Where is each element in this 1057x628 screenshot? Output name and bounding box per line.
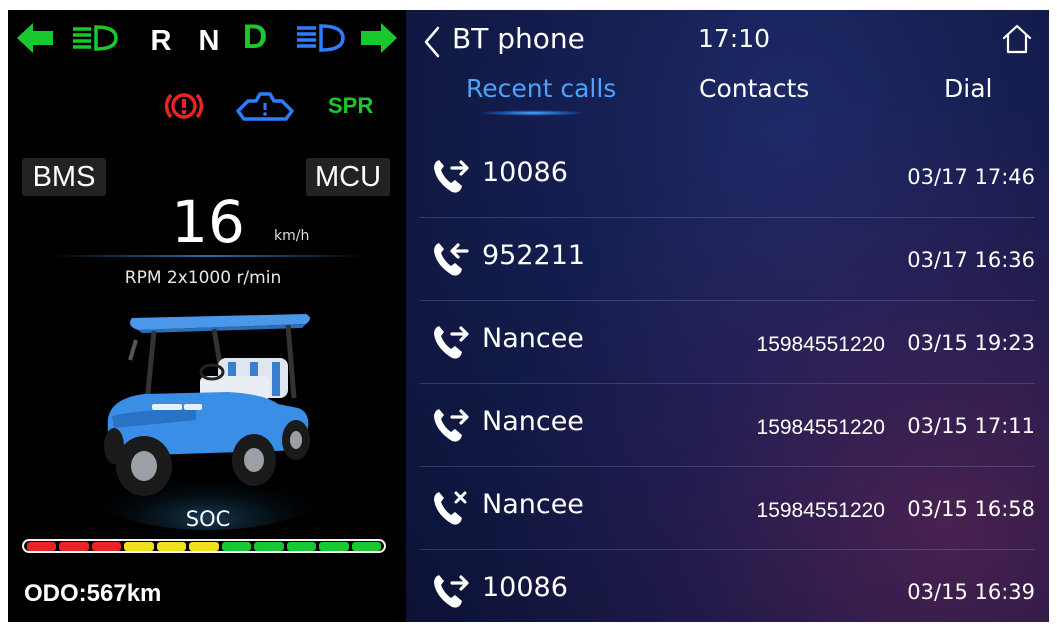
rpm-readout: RPM 2x1000 r/min bbox=[124, 268, 282, 288]
call-time: 03/17 17:46 bbox=[907, 165, 1035, 189]
golf-cart-image bbox=[88, 300, 328, 530]
call-name: 10086 bbox=[482, 157, 568, 188]
call-row[interactable]: 10086 03/15 16:39 bbox=[420, 550, 1035, 622]
tab-recent-calls[interactable]: Recent calls bbox=[466, 74, 616, 103]
missed-call-icon bbox=[430, 488, 470, 528]
soc-segment bbox=[156, 541, 187, 551]
call-row[interactable]: 952211 03/17 16:36 bbox=[420, 218, 1035, 301]
active-tab-indicator bbox=[478, 110, 588, 116]
outgoing-call-icon bbox=[430, 322, 470, 362]
soc-battery-bar bbox=[22, 539, 386, 553]
bt-phone-panel: BT phone 17:10 Recent calls Contacts Dia… bbox=[406, 10, 1049, 622]
left-turn-signal-icon bbox=[16, 16, 54, 60]
home-button[interactable] bbox=[1000, 22, 1034, 56]
spr-indicator: SPR bbox=[328, 93, 374, 118]
call-name: Nancee bbox=[482, 489, 584, 520]
call-number: 15984551220 bbox=[756, 416, 885, 439]
mcu-button[interactable]: MCU bbox=[306, 158, 390, 196]
call-time: 03/15 16:58 bbox=[907, 497, 1035, 521]
speed-divider bbox=[48, 255, 368, 257]
head-unit-screen: R N D SPR BMS MCU 16 km/h RPM 2x1000 r/m… bbox=[8, 10, 1049, 622]
soc-label: SOC bbox=[185, 507, 231, 531]
clock: 17:10 bbox=[698, 24, 771, 53]
incoming-call-icon bbox=[430, 239, 470, 279]
right-turn-signal-icon bbox=[360, 16, 398, 60]
outgoing-call-icon bbox=[430, 405, 470, 445]
call-row[interactable]: Nancee 15984551220 03/15 17:11 bbox=[420, 384, 1035, 467]
call-name: Nancee bbox=[482, 406, 584, 437]
tab-contacts[interactable]: Contacts bbox=[699, 74, 809, 103]
motor-warning-icon bbox=[234, 86, 296, 126]
call-time: 03/15 16:39 bbox=[907, 580, 1035, 604]
call-name: Nancee bbox=[482, 323, 584, 354]
gear-r: R bbox=[150, 24, 172, 57]
gear-n: N bbox=[198, 24, 220, 57]
soc-segment bbox=[91, 541, 122, 551]
call-time: 03/15 17:11 bbox=[907, 414, 1035, 438]
tab-dial[interactable]: Dial bbox=[944, 74, 992, 103]
call-time: 03/17 16:36 bbox=[907, 248, 1035, 272]
call-time: 03/15 19:23 bbox=[907, 331, 1035, 355]
soc-segment bbox=[319, 541, 349, 551]
odometer: ODO:567km bbox=[24, 580, 162, 607]
high-beam-icon bbox=[292, 16, 346, 60]
call-row[interactable]: Nancee 15984551220 03/15 19:23 bbox=[420, 301, 1035, 384]
gear-d: D bbox=[242, 17, 268, 56]
outgoing-call-icon bbox=[430, 156, 470, 196]
soc-segment bbox=[221, 541, 252, 551]
call-name: 10086 bbox=[482, 572, 568, 603]
parking-brake-icon bbox=[164, 86, 204, 126]
call-row[interactable]: 10086 03/17 17:46 bbox=[420, 135, 1035, 218]
call-row[interactable]: Nancee 15984551220 03/15 16:58 bbox=[420, 467, 1035, 550]
call-name: 952211 bbox=[482, 240, 586, 271]
soc-segment bbox=[286, 541, 317, 551]
low-beam-icon bbox=[68, 16, 120, 60]
soc-segment bbox=[351, 541, 381, 551]
instrument-cluster: R N D SPR BMS MCU 16 km/h RPM 2x1000 r/m… bbox=[8, 10, 406, 622]
back-button[interactable] bbox=[420, 24, 444, 60]
soc-segment bbox=[254, 541, 284, 551]
speed-value: 16 bbox=[171, 188, 245, 256]
call-number: 15984551220 bbox=[756, 333, 885, 356]
soc-segment bbox=[124, 541, 154, 551]
home-icon bbox=[1002, 24, 1032, 54]
soc-segment bbox=[59, 541, 89, 551]
bms-button[interactable]: BMS bbox=[22, 158, 106, 196]
chevron-left-icon bbox=[424, 26, 440, 58]
soc-segment bbox=[27, 541, 57, 551]
recent-calls-list: 10086 03/17 17:46 952211 03/17 16:36 Nancee 1… bbox=[420, 135, 1035, 622]
call-number: 15984551220 bbox=[756, 499, 885, 522]
soc-segment bbox=[189, 541, 219, 551]
page-title: BT phone bbox=[452, 22, 585, 55]
speed-unit: km/h bbox=[274, 228, 310, 244]
outgoing-call-icon bbox=[430, 571, 470, 611]
